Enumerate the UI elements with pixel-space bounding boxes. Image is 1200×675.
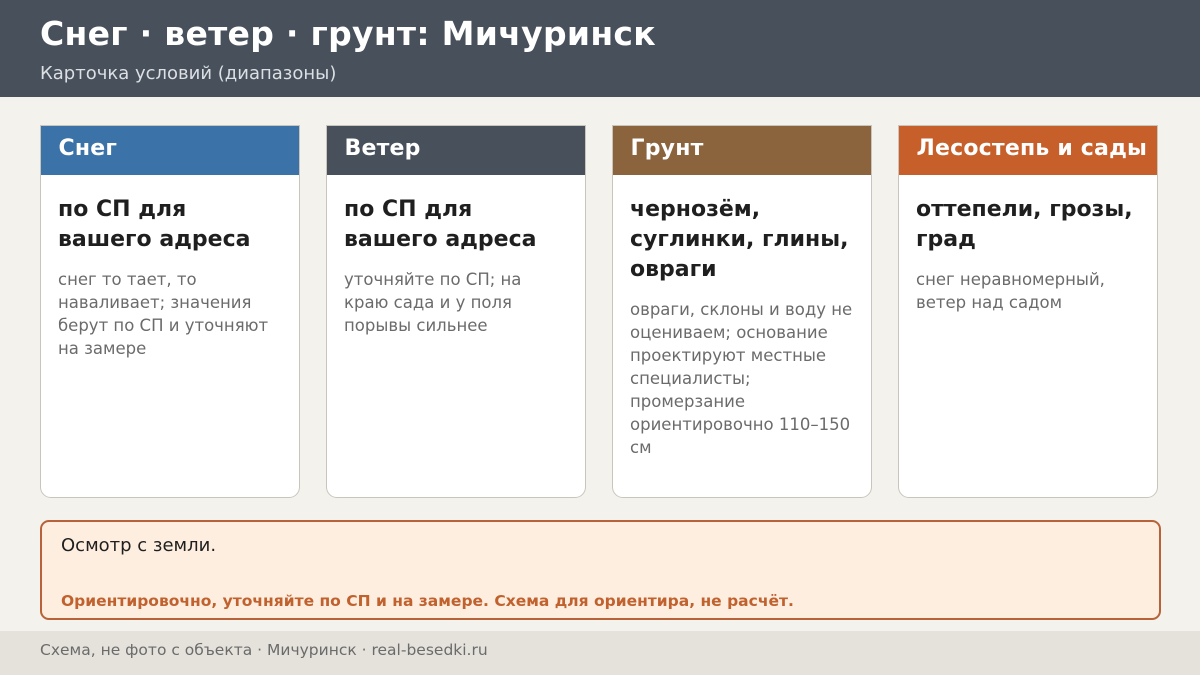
card-value: чернозём, суглинки, глины, овраги bbox=[630, 196, 849, 282]
card-header: Ветер bbox=[327, 126, 585, 175]
card-title: Грунт bbox=[630, 135, 704, 161]
footer-text: Схема, не фото с объекта · Мичуринск · r… bbox=[40, 641, 488, 659]
footer: Схема, не фото с объекта · Мичуринск · r… bbox=[0, 631, 1200, 675]
card-value: по СП для вашего адреса bbox=[344, 196, 537, 252]
card-value: оттепели, грозы, град bbox=[916, 196, 1133, 252]
notice-box: Осмотр с земли. Ориентировочно, уточняйт… bbox=[40, 520, 1161, 620]
page-subtitle: Карточка условий (диапазоны) bbox=[40, 63, 337, 84]
card-title: Лесостепь и сады bbox=[916, 135, 1148, 161]
notice-warning: Ориентировочно, уточняйте по СП и на зам… bbox=[61, 592, 794, 610]
card-title: Ветер bbox=[344, 135, 421, 161]
card-note: снег неравномерный, ветер над садом bbox=[916, 269, 1105, 312]
card-value: по СП для вашего адреса bbox=[58, 196, 251, 252]
page-title: Снег · ветер · грунт: Мичуринск bbox=[40, 14, 656, 53]
card-note: уточняйте по СП; на краю сада и у поля п… bbox=[344, 269, 522, 335]
card-wind: Ветер по СП для вашего адреса уточняйте … bbox=[326, 125, 586, 498]
card-header: Грунт bbox=[613, 126, 871, 175]
card-note: снег то тает, то наваливает; значения бе… bbox=[58, 269, 269, 358]
header: Снег · ветер · грунт: Мичуринск Карточка… bbox=[0, 0, 1200, 97]
card-title: Снег bbox=[58, 135, 118, 161]
card-soil: Грунт чернозём, суглинки, глины, овраги … bbox=[612, 125, 872, 498]
card-note: овраги, склоны и воду не оцениваем; осно… bbox=[630, 299, 853, 457]
notice-text: Осмотр с земли. bbox=[61, 535, 217, 556]
card-snow: Снег по СП для вашего адреса снег то тае… bbox=[40, 125, 300, 498]
card-header: Снег bbox=[41, 126, 299, 175]
card-forest-steppe: Лесостепь и сады оттепели, грозы, град с… bbox=[898, 125, 1158, 498]
card-header: Лесостепь и сады bbox=[899, 126, 1157, 175]
